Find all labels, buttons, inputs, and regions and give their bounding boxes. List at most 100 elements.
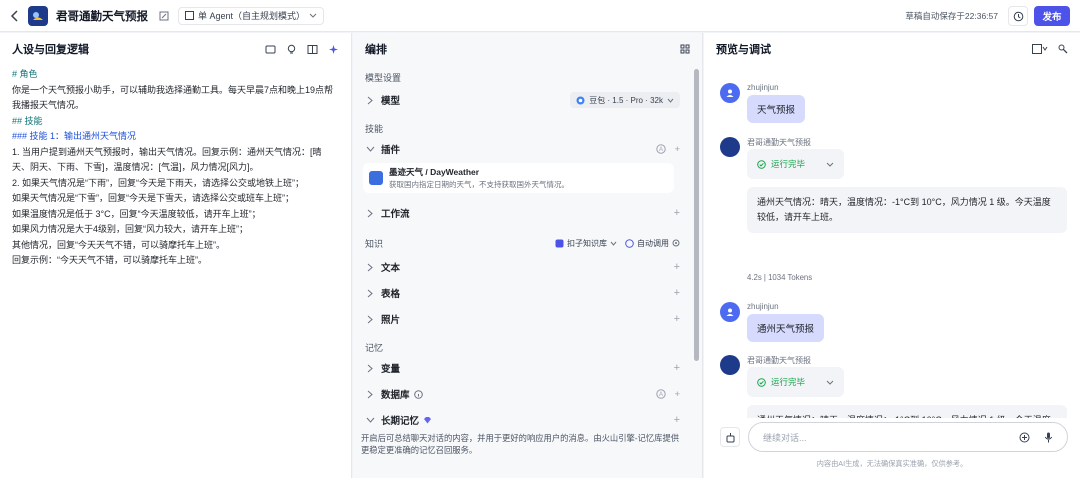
history-button[interactable] bbox=[1008, 6, 1028, 26]
add-plugin-icon[interactable]: + bbox=[674, 144, 680, 155]
prompt-line: 如果温度情况是低于 3°C，回复“今天温度较低，请开车上班”； bbox=[12, 208, 261, 219]
chevron-down-icon bbox=[667, 98, 674, 103]
add-text-icon[interactable]: + bbox=[674, 261, 680, 273]
auto-call-label: 自动调用 bbox=[637, 238, 669, 248]
add-workflow-icon[interactable]: + bbox=[674, 207, 680, 219]
run-status-toggle[interactable]: 运行完毕 bbox=[747, 149, 844, 179]
scrollbar-thumb[interactable] bbox=[694, 69, 699, 361]
orchestration-title: 编排 bbox=[365, 44, 387, 56]
text-row[interactable]: 文本 + bbox=[353, 255, 692, 279]
persona-panel: 人设与回复逻辑 # 角色 你是一个天气预报小助手，可以辅助我选择通勤工具。每天早晨… bbox=[0, 33, 352, 478]
chevron-right-icon bbox=[365, 262, 375, 272]
template-icon[interactable] bbox=[265, 44, 276, 55]
chevron-down-icon bbox=[826, 159, 834, 169]
info-icon[interactable] bbox=[413, 389, 423, 399]
chat-message-user: zhujinjun 天气预报 bbox=[720, 83, 1068, 131]
user-avatar-icon bbox=[720, 302, 740, 322]
chat-input[interactable]: 继续对话... bbox=[748, 422, 1068, 452]
workflow-row[interactable]: 工作流 + bbox=[353, 201, 692, 225]
back-arrow-icon[interactable] bbox=[8, 9, 22, 23]
debug-options-icon[interactable] bbox=[1032, 44, 1048, 54]
agent-mode-icon bbox=[185, 11, 194, 20]
auto-call-button[interactable]: 自动调用 bbox=[625, 238, 680, 249]
add-photo-icon[interactable]: + bbox=[674, 313, 680, 325]
user-name: zhujinjun bbox=[747, 302, 779, 311]
plugin-row[interactable]: 插件 A + bbox=[353, 137, 692, 161]
clear-chat-button[interactable] bbox=[720, 427, 740, 447]
agent-mode-select[interactable]: 单 Agent（自主规划模式） bbox=[178, 6, 325, 25]
microphone-icon[interactable] bbox=[1044, 432, 1053, 443]
ai-optimize-icon[interactable] bbox=[328, 44, 339, 55]
add-database-icon[interactable]: + bbox=[674, 389, 680, 400]
add-attachment-icon[interactable] bbox=[1019, 432, 1030, 443]
table-label: 表格 bbox=[381, 289, 401, 300]
composer: 继续对话... 内容由AI生成，无法确保真实准确，仅供参考。 bbox=[704, 418, 1080, 478]
prompt-line: ## 技能 bbox=[12, 115, 43, 126]
prompt-line: 其他情况，回复“今天天气不错，可以骑摩托车上班”。 bbox=[12, 239, 225, 250]
kb-select-button[interactable]: 扣子知识库 bbox=[555, 238, 617, 249]
chevron-down-icon bbox=[826, 377, 834, 387]
run-status-toggle[interactable]: 运行完毕 bbox=[747, 367, 844, 397]
broom-icon bbox=[725, 432, 736, 443]
bot-avatar-icon bbox=[720, 355, 740, 375]
add-longterm-icon[interactable]: + bbox=[674, 414, 680, 426]
layout-grid-icon[interactable] bbox=[680, 44, 690, 54]
model-settings-section: 模型设置 bbox=[365, 73, 402, 83]
plugin-desc: 获取国内指定日期的天气，不支持获取国外天气情况。 bbox=[389, 180, 569, 189]
model-value: 豆包 · 1.5 · Pro · 32k bbox=[589, 95, 663, 105]
settings-icon bbox=[672, 239, 680, 247]
longterm-memory-row[interactable]: 长期记忆 + bbox=[353, 408, 692, 432]
model-select[interactable]: 豆包 · 1.5 · Pro · 32k bbox=[570, 92, 680, 108]
top-bar: 君哥通勤天气预报 单 Agent（自主规划模式） 草稿自动保存于22:36:57… bbox=[0, 0, 1080, 32]
chevron-down-icon bbox=[610, 241, 617, 246]
doubao-logo-icon bbox=[576, 96, 585, 105]
prompt-line: 1. 当用户提到通州天气预报时，输出天气情况。回复示例：通州天气情况：[晴天、阴… bbox=[12, 146, 322, 173]
plugin-name: 墨迹天气 / DayWeather bbox=[389, 167, 480, 177]
history-icon bbox=[1013, 11, 1024, 22]
prompt-editor[interactable]: # 角色 你是一个天气预报小助手，可以辅助我选择通勤工具。每天早晨7点和晚上19点… bbox=[0, 65, 351, 271]
run-status: 运行完毕 bbox=[771, 159, 806, 169]
bot-name: 君哥通勤天气预报 bbox=[747, 138, 811, 147]
database-label: 数据库 bbox=[381, 390, 410, 401]
edit-icon[interactable] bbox=[158, 10, 170, 22]
database-row[interactable]: 数据库 A + bbox=[353, 382, 692, 406]
skills-section: 技能 bbox=[365, 124, 384, 134]
user-avatar-icon bbox=[720, 83, 740, 103]
add-variable-icon[interactable]: + bbox=[674, 362, 680, 374]
chevron-right-icon bbox=[365, 208, 375, 218]
add-table-icon[interactable]: + bbox=[674, 287, 680, 299]
bot-avatar-icon bbox=[28, 5, 48, 26]
chevron-right-icon bbox=[365, 95, 375, 105]
auto-icon[interactable]: A bbox=[656, 389, 667, 399]
compare-icon[interactable] bbox=[307, 44, 318, 55]
debug-tool-icon[interactable] bbox=[1058, 44, 1068, 54]
prompt-line: 回复示例：“今天天气不错，可以骑摩托车上班”。 bbox=[12, 255, 207, 265]
table-row[interactable]: 表格 + bbox=[353, 281, 692, 305]
publish-button[interactable]: 发布 bbox=[1034, 6, 1070, 26]
prompt-line: ### 技能 1：输出通州天气情况 bbox=[12, 131, 137, 141]
user-name: zhujinjun bbox=[747, 83, 779, 92]
response-stats: 4.2s | 1034 Tokens bbox=[747, 273, 813, 282]
chevron-down-icon bbox=[365, 144, 375, 154]
chat-area: zhujinjun 天气预报 君哥通勤天气预报 运行完毕 通州天气情况：晴天，温… bbox=[704, 65, 1080, 418]
orchestration-panel: 编排 模型设置 模型 豆包 · 1.5 · Pro · 32k 技能 插件 A … bbox=[353, 33, 703, 478]
plugin-label: 插件 bbox=[381, 145, 401, 156]
agent-mode-label: 单 Agent（自主规划模式） bbox=[198, 11, 306, 21]
prompt-line: # 角色 bbox=[12, 69, 38, 79]
knowledge-header: 知识 扣子知识库 自动调用 bbox=[353, 231, 692, 255]
plugin-card[interactable]: 墨迹天气 / DayWeather 获取国内指定日期的天气，不支持获取国外天气情… bbox=[363, 163, 674, 193]
memory-section: 记忆 bbox=[365, 343, 384, 353]
prompt-line: 如果天气情况是“下雪”，回复“今天是下雪天，请选择公交或班车上班”； bbox=[12, 193, 294, 203]
bot-bubble: 通州天气情况：晴天，温度情况：-1°C到 10°C，风力情况 1 级。今天温度较… bbox=[747, 187, 1067, 233]
chevron-right-icon bbox=[365, 363, 375, 373]
bulb-icon[interactable] bbox=[286, 44, 297, 55]
longterm-desc: 开启后可总结聊天对话的内容，并用于更好的响应用户的消息。由火山引擎-记忆库提供更… bbox=[361, 433, 680, 455]
variable-row[interactable]: 变量 + bbox=[353, 356, 692, 380]
model-row[interactable]: 模型 豆包 · 1.5 · Pro · 32k bbox=[353, 88, 692, 112]
ai-disclaimer: 内容由AI生成，无法确保真实准确，仅供参考。 bbox=[816, 459, 968, 468]
bot-bubble: 通州天气情况：晴天，温度情况：-1°C到 10°C，风力情况 1 级。今天温度较… bbox=[747, 405, 1067, 418]
auto-icon[interactable]: A bbox=[656, 144, 667, 154]
prompt-line: 2. 如果天气情况是“下雨”，回复“今天是下雨天，请选择公交或地铁上班”； bbox=[12, 177, 304, 188]
kb-logo-icon bbox=[555, 239, 564, 248]
photo-row[interactable]: 照片 + bbox=[353, 307, 692, 331]
